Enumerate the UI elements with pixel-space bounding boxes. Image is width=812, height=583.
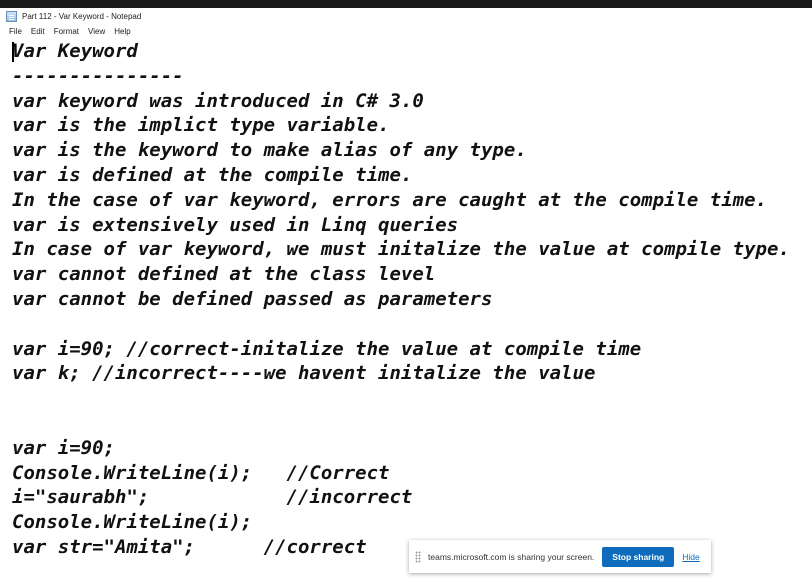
stop-sharing-button[interactable]: Stop sharing bbox=[602, 546, 675, 567]
drag-grip-icon[interactable] bbox=[415, 550, 421, 563]
top-edge bbox=[0, 0, 812, 8]
menu-file[interactable]: File bbox=[6, 24, 25, 39]
hide-link[interactable]: Hide bbox=[682, 552, 699, 562]
menu-help[interactable]: Help bbox=[111, 24, 133, 39]
menu-bar: File Edit Format View Help bbox=[0, 24, 812, 39]
window-title: Part 112 - Var Keyword - Notepad bbox=[22, 11, 142, 21]
menu-view[interactable]: View bbox=[85, 24, 108, 39]
notepad-icon bbox=[6, 10, 17, 22]
screen-share-bar: teams.microsoft.com is sharing your scre… bbox=[409, 540, 711, 573]
editor-area[interactable]: Var Keyword --------------- var keyword … bbox=[0, 39, 812, 583]
editor-text[interactable]: Var Keyword --------------- var keyword … bbox=[12, 39, 790, 560]
menu-edit[interactable]: Edit bbox=[28, 24, 48, 39]
text-caret bbox=[12, 42, 14, 62]
title-bar[interactable]: Part 112 - Var Keyword - Notepad bbox=[0, 8, 812, 24]
share-message: teams.microsoft.com is sharing your scre… bbox=[428, 551, 595, 562]
menu-format[interactable]: Format bbox=[51, 24, 82, 39]
